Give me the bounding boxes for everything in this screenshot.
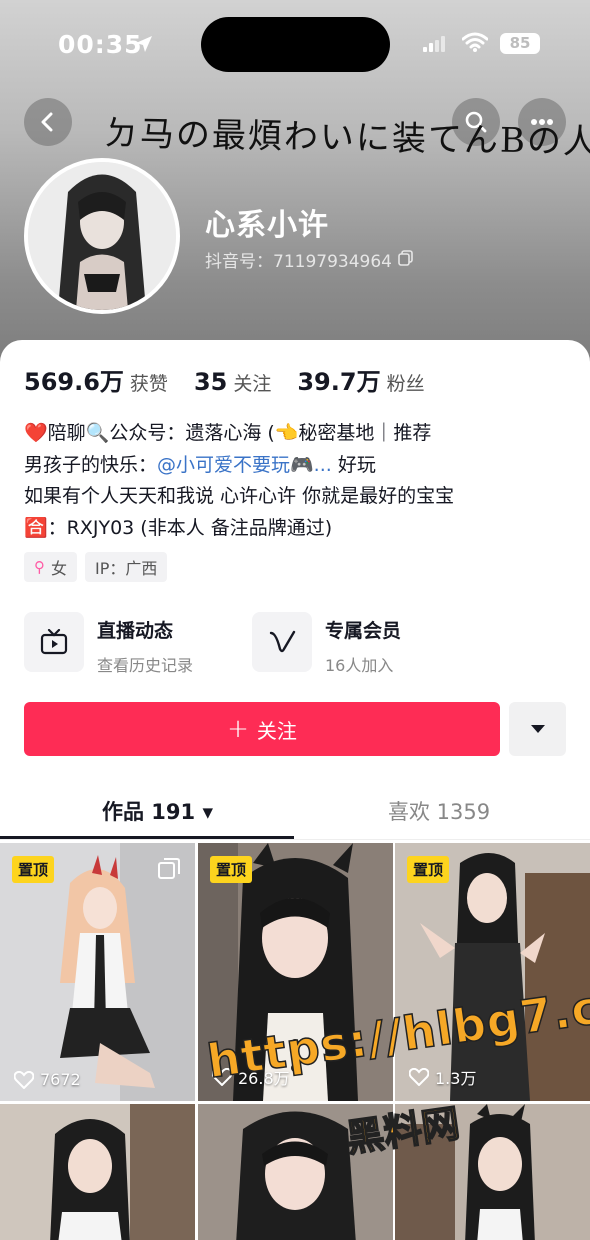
pinned-badge: 置顶 [210,856,253,883]
post-tile[interactable]: 置顶 7672 [0,843,195,1101]
bio-mention-link[interactable]: @小可爱不要玩🎮... [157,454,332,476]
profile-header: 00:35 85 ㄉ马の最煩わいに装てんBの人 心系小许 抖音号：7119793… [0,0,590,380]
vip-subtitle: 16人加入 [325,656,394,675]
follow-label: 关注 [256,718,297,743]
signal-icon [423,36,445,52]
pinned-badge: 置顶 [407,856,450,883]
ip-label: IP：广西 [95,559,158,578]
location-arrow-icon [136,36,152,52]
post-tile[interactable]: 置顶 1.3万 [395,843,590,1101]
follow-button[interactable]: + 关注 [24,702,500,756]
pinned-badge: 置顶 [12,856,55,883]
post-likes-count: 7672 [40,1070,81,1089]
post-likes-count: 1.3万 [435,1069,477,1088]
post-likes: 1.3万 [409,1065,476,1089]
avatar[interactable] [24,158,180,314]
chevron-left-icon [41,112,53,132]
bio-line-1: ❤️陪聊🔍公众号：遗落心海 (👈秘密基地｜推荐 [24,422,432,444]
bio-line-2-prefix: 男孩子的快乐： [24,453,158,476]
tab-works[interactable]: 作品 191 ▾ [102,796,213,826]
followers-count[interactable]: 39.7万 [297,362,380,397]
live-title: 直播动态 [97,620,174,642]
vip-membership-entry[interactable]: 专属会员 16人加入 [252,612,402,675]
female-icon: ⚲ [34,558,45,576]
post-thumbnail [0,1104,195,1240]
status-bar: 00:35 85 [0,0,590,90]
profile-stats: 569.6万 获赞 35 关注 39.7万 粉丝 [24,362,451,397]
v-icon [252,612,312,672]
avatar-image [28,162,176,310]
plus-icon: + [227,714,249,744]
bio-line-2-suffix: 好玩 [331,453,376,476]
wifi-icon [462,32,488,52]
bio-line-2: 男孩子的快乐：@小可爱不要玩🎮... 好玩 [24,450,572,482]
followers-label[interactable]: 粉丝 [387,369,425,396]
gender-tag: ⚲ 女 [24,552,78,582]
heart-icon [14,1070,34,1089]
copy-icon[interactable] [398,250,414,266]
following-label[interactable]: 关注 [233,369,271,396]
heart-icon [409,1068,429,1086]
vip-title: 专属会员 [325,620,402,642]
likes-count: 569.6万 [24,368,124,396]
battery-indicator: 85 [500,33,540,54]
recommend-dropdown-button[interactable] [509,702,566,756]
post-likes: 7672 [14,1070,81,1089]
back-button[interactable] [24,98,72,146]
live-history-entry[interactable]: 直播动态 查看历史记录 [24,612,193,675]
profile-tags: ⚲ 女 IP：广西 [24,552,168,582]
tab-divider [0,839,590,840]
live-subtitle: 查看历史记录 [97,656,194,675]
gender-label: 女 [51,559,68,578]
caret-down-icon [530,725,545,733]
tab-likes[interactable]: 喜欢 1359 [388,796,490,826]
likes-label: 获赞 [129,373,168,395]
nickname: 心系小许 [205,208,329,243]
tv-icon [24,612,84,672]
following-count[interactable]: 35 [194,368,227,396]
douyin-id: 抖音号：71197934964 [205,252,392,272]
multi-image-icon [158,858,180,879]
profile-bio: ❤️陪聊🔍公众号：遗落心海 (👈秘密基地｜推荐 男孩子的快乐：@小可爱不要玩🎮.… [24,418,572,544]
header-overlay-text: ㄉ马の最煩わいに装てんBの人 [103,113,590,163]
bio-line-4: 🈴：RXJY03 (非本人 备注品牌通过) [24,516,333,539]
post-tile[interactable] [0,1104,195,1240]
ip-tag: IP：广西 [85,552,168,582]
dynamic-island [201,17,390,72]
status-time: 00:35 [58,30,143,59]
bio-line-3: 如果有个人天天和我说 心许心许 你就是最好的宝宝 [24,485,455,507]
